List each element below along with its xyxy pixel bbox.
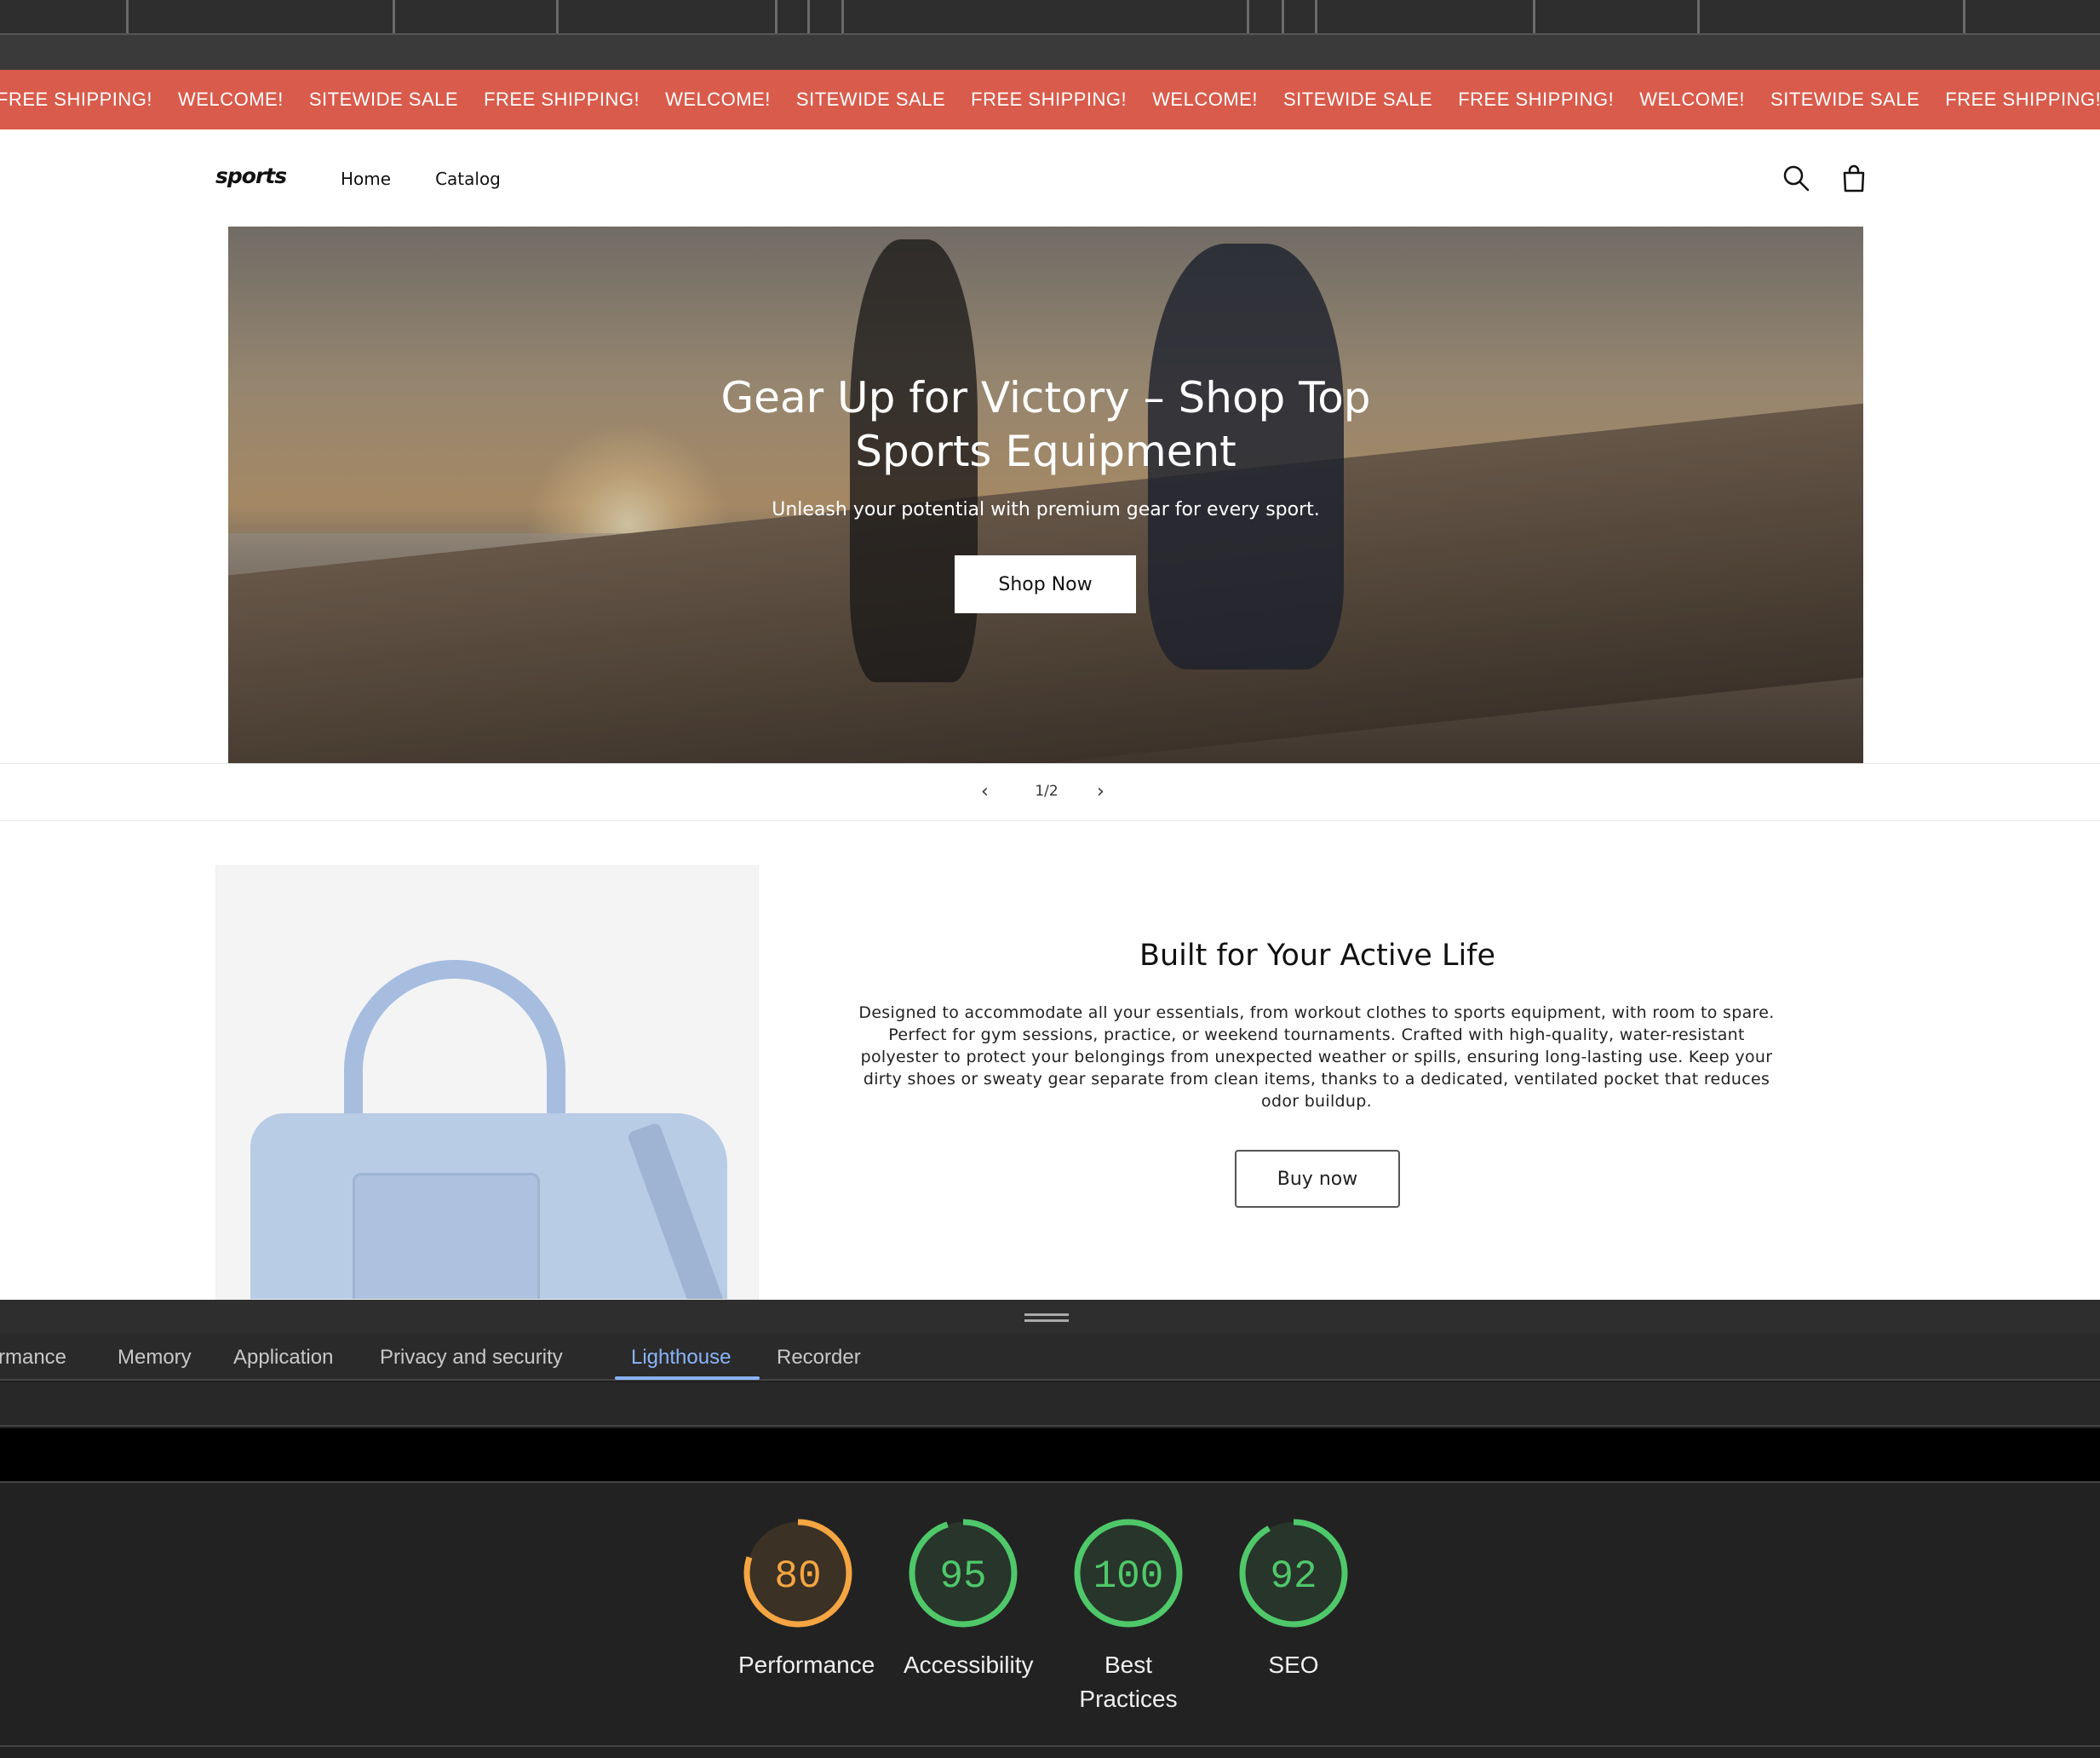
announcement-item: SITEWIDE SALE [795,89,946,110]
lighthouse-toolbar [0,1382,2100,1427]
buy-now-button[interactable]: Buy now [1235,1150,1400,1208]
feature-description: Designed to accommodate all your essenti… [858,1003,1775,1111]
devtools-tabbar: rmance Memory Application Privacy and se… [0,1334,2100,1381]
ruler-tick [556,0,559,33]
score-ring: 92 [1239,1519,1348,1628]
ruler-tick [1315,0,1317,33]
devtools-panel: rmance Memory Application Privacy and se… [0,1300,2100,1758]
score-gauge-performance[interactable]: 80 Performance [738,1515,875,1682]
score-ring: 95 [909,1519,1018,1628]
score-label: Performance [738,1652,875,1678]
bottom-divider [0,1745,2100,1747]
announcement-item: WELCOME! [1639,89,1746,110]
score-value: 92 [1270,1554,1317,1599]
score-gauge-seo[interactable]: 92 SEO [1234,1515,1353,1682]
duffel-bag-image [215,865,759,1300]
hero-overlay [228,227,1863,763]
tab-performance[interactable]: rmance [0,1346,66,1370]
ruler-tick [1963,0,1965,33]
score-ring: 100 [1074,1519,1183,1628]
hero-title: Gear Up for Victory – Shop Top Sports Eq… [720,373,1371,476]
score-gauge-accessibility[interactable]: 95 Accessibility [904,1515,1034,1682]
slider-controls: ‹ 1/2 › [0,763,2100,821]
announcement-item: WELCOME! [665,89,771,110]
announcement-item: FREE SHIPPING! [0,89,153,110]
announcement-item: FREE SHIPPING! [484,89,640,110]
score-label: SEO [1268,1652,1319,1678]
site-logo[interactable]: sports [215,164,287,188]
tab-privacy-security[interactable]: Privacy and security [380,1346,563,1370]
devtools-resize-bar[interactable] [0,1300,2100,1334]
score-label: Best Practices [1079,1652,1178,1712]
tab-application[interactable]: Application [233,1346,333,1370]
announcement-item: FREE SHIPPING! [1458,89,1615,110]
ruler-tick [1697,0,1700,33]
ruler-tick [841,0,844,33]
drag-handle-icon[interactable] [1024,1313,1069,1322]
ruler-tick [126,0,129,33]
active-tab-indicator [615,1376,760,1380]
announcement-item: SITEWIDE SALE [308,89,459,110]
score-value: 80 [774,1554,821,1599]
bag-pocket [353,1173,540,1299]
nav-catalog[interactable]: Catalog [435,169,501,189]
hero-subtitle: Unleash your potential with premium gear… [772,499,1320,520]
lighthouse-report: 80 Performance 95 Accessibility 100 Best Prac… [0,1481,2100,1758]
browser-toolbar [0,35,2100,70]
ruler-tick [807,0,810,33]
slider-next-button[interactable]: › [1097,781,1105,802]
tab-lighthouse[interactable]: Lighthouse [631,1346,731,1370]
announcement-track: FREE SHIPPING! WELCOME! SITEWIDE SALE FREE … [0,70,2100,129]
shop-now-button[interactable]: Shop Now [955,555,1136,613]
score-gauge-best-practices[interactable]: 100 Best Practices [1069,1515,1188,1716]
announcement-item: SITEWIDE SALE [1282,89,1433,110]
hero-banner: Gear Up for Victory – Shop Top Sports Eq… [228,227,1863,763]
score-value: 95 [939,1554,986,1599]
ruler-tick [393,0,395,33]
score-value: 100 [1093,1554,1164,1599]
main-nav: Home Catalog [341,169,501,189]
ruler-tick [775,0,777,33]
search-icon[interactable] [1782,164,1810,192]
screen: { "announcement": { "items": ["FREE SHIP… [0,0,2100,1758]
ruler-tick [1282,0,1284,33]
page-viewport: FREE SHIPPING! WELCOME! SITEWIDE SALE FREE … [0,70,2100,1300]
site-header: sports Home Catalog [0,129,2100,227]
announcement-bar: FREE SHIPPING! WELCOME! SITEWIDE SALE FREE … [0,70,2100,129]
ruler-tick [1247,0,1249,33]
announcement-item: FREE SHIPPING! [971,89,1127,110]
feature-title: Built for Your Active Life [1139,939,1496,973]
announcement-item: FREE SHIPPING! [1945,89,2100,110]
announcement-item: SITEWIDE SALE [1770,89,1920,110]
score-ring: 80 [743,1519,852,1628]
tab-memory[interactable]: Memory [118,1346,192,1370]
slider-counter: 1/2 [1035,783,1059,800]
tab-recorder[interactable]: Recorder [777,1346,861,1370]
score-label: Accessibility [904,1652,1034,1678]
nav-home[interactable]: Home [341,169,391,189]
browser-ruler [0,0,2100,35]
announcement-item: WELCOME! [178,89,284,110]
announcement-item: WELCOME! [1152,89,1258,110]
lighthouse-topbar [0,1428,2100,1481]
slider-prev-button[interactable]: ‹ [981,781,989,802]
ruler-tick [1533,0,1535,33]
cart-icon[interactable] [1839,164,1868,192]
